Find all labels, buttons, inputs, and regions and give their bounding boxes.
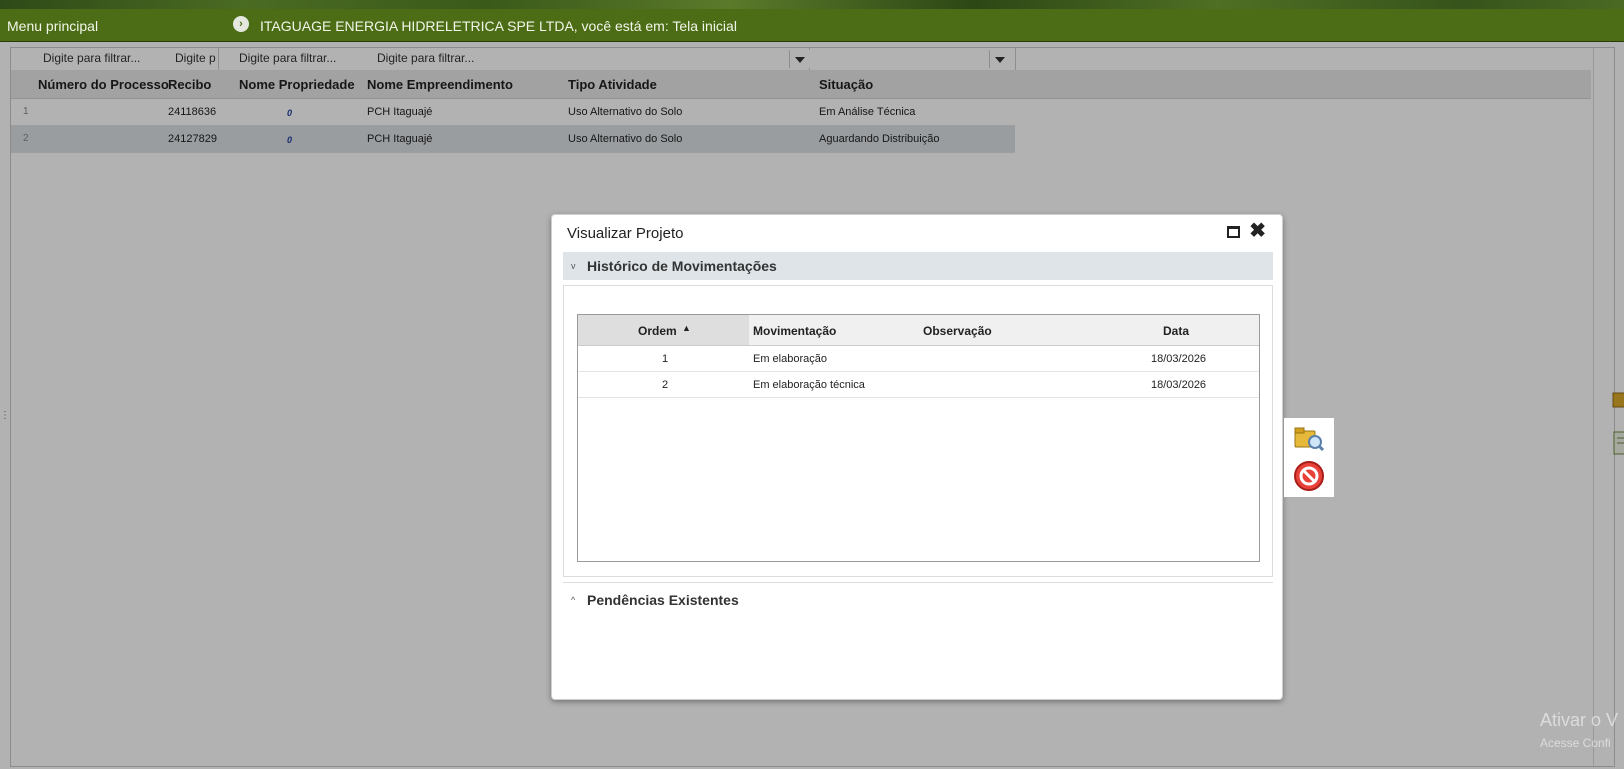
section-pendencias-header[interactable]: ^ Pendências Existentes xyxy=(563,586,1273,614)
cell-data: 18/03/2026 xyxy=(1151,379,1207,391)
cancel-button[interactable] xyxy=(1292,459,1326,493)
section-pendencias-label: Pendências Existentes xyxy=(587,592,739,608)
section-divider xyxy=(563,582,1273,583)
action-panel xyxy=(1284,418,1334,497)
section-historico-header[interactable]: v Histórico de Movimentações xyxy=(563,252,1273,280)
movements-table: Ordem ▲ Movimentação Observação Data 1 E… xyxy=(577,314,1260,562)
activation-watermark-sub: Acesse Confi xyxy=(1540,736,1611,750)
header-banner xyxy=(0,0,1624,9)
column-header-ordem[interactable]: Ordem xyxy=(638,324,677,338)
main-menu-button[interactable]: Menu principal xyxy=(7,18,98,34)
view-project-dialog: Visualizar Projeto ✖ v Histórico de Movi… xyxy=(551,214,1283,700)
cancel-icon xyxy=(1294,461,1324,491)
chevron-up-icon: ^ xyxy=(571,595,576,605)
column-header-movimentacao[interactable]: Movimentação xyxy=(753,324,836,338)
folder-search-icon xyxy=(1294,427,1325,452)
cell-movimentacao: Em elaboração xyxy=(753,353,827,365)
section-historico-body: Ordem ▲ Movimentação Observação Data 1 E… xyxy=(563,285,1273,577)
cell-ordem: 1 xyxy=(662,353,669,365)
breadcrumb: ITAGUAGE ENERGIA HIDRELETRICA SPE LTDA, … xyxy=(260,18,737,34)
movements-table-header: Ordem ▲ Movimentação Observação Data xyxy=(578,315,1259,346)
column-header-observacao[interactable]: Observação xyxy=(923,324,992,338)
dialog-title: Visualizar Projeto xyxy=(567,225,684,242)
view-details-button[interactable] xyxy=(1292,422,1326,456)
maximize-icon[interactable] xyxy=(1227,226,1240,238)
activation-watermark: Ativar o V xyxy=(1540,710,1619,730)
close-icon[interactable]: ✖ xyxy=(1249,221,1266,241)
table-row[interactable]: 2 Em elaboração técnica 18/03/2026 xyxy=(578,372,1259,398)
sort-asc-icon: ▲ xyxy=(682,323,691,333)
cell-ordem: 2 xyxy=(662,379,669,391)
cell-data: 18/03/2026 xyxy=(1151,353,1207,365)
chevron-down-icon: v xyxy=(571,261,576,271)
table-row[interactable]: 1 Em elaboração 18/03/2026 xyxy=(578,346,1259,372)
menu-bar: Menu principal › ITAGUAGE ENERGIA HIDREL… xyxy=(0,9,1624,42)
section-historico-label: Histórico de Movimentações xyxy=(587,258,777,274)
cell-movimentacao: Em elaboração técnica xyxy=(753,379,865,391)
chevron-right-icon: › xyxy=(233,16,249,32)
column-header-data[interactable]: Data xyxy=(1163,324,1189,338)
